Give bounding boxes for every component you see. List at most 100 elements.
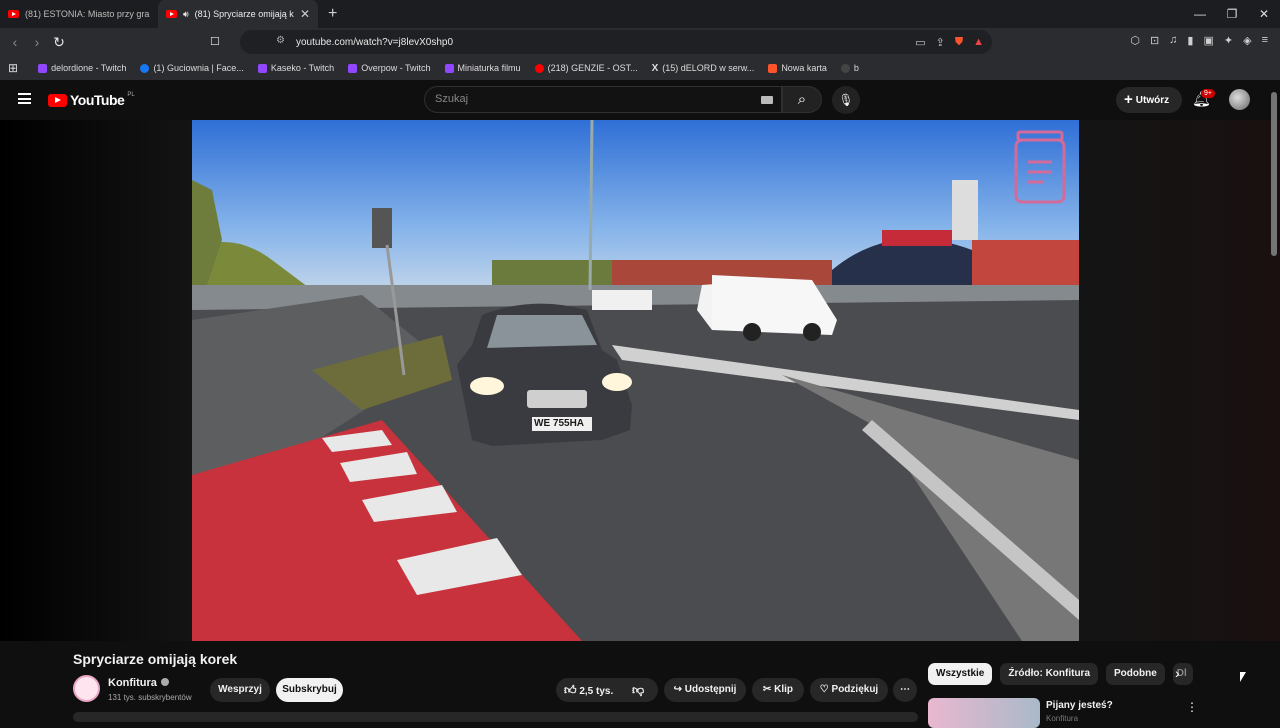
search-placeholder: Szukaj — [435, 93, 469, 105]
sidebar-icon[interactable]: ▮ — [1187, 34, 1193, 47]
x-icon: X — [651, 62, 659, 74]
bookmark-item[interactable]: Miniaturka filmu — [444, 63, 521, 73]
screenshot-icon[interactable]: ⊡ — [1150, 34, 1159, 47]
thanks-button[interactable]: ♡ Podziękuj — [810, 678, 888, 702]
chevron-right-icon[interactable]: › — [1175, 665, 1180, 681]
circle-icon — [840, 63, 850, 73]
wallet-icon[interactable]: ▣ — [1203, 34, 1213, 47]
browser-tab-spryciarze[interactable]: 🔊︎ (81) Spryciarze omijają korek ✕ — [158, 0, 318, 28]
country-code: PL — [127, 92, 135, 98]
youtube-header: YouTube PL Szukaj ⌕ 🎙︎ + Utwórz 🔔︎ 9+ — [0, 80, 1280, 120]
search-button[interactable]: ⌕ — [782, 86, 822, 113]
brave-rewards-icon[interactable]: ▲ — [973, 36, 984, 49]
bookmark-label: (218) GENZIE - OST... — [547, 63, 638, 73]
close-tab-icon[interactable]: ✕ — [300, 7, 310, 21]
bookmark-icon[interactable]: ☐ — [210, 35, 220, 48]
recommendation-title[interactable]: Pijany jesteś? — [1046, 700, 1113, 711]
voice-search-button[interactable]: 🎙︎ — [832, 86, 860, 114]
video-title: Spryciarze omijają korek — [73, 651, 238, 667]
page-scrollbar[interactable] — [1271, 92, 1277, 256]
channel-name[interactable]: Konfitura — [108, 677, 157, 689]
join-label: Wesprzyj — [218, 684, 262, 695]
plus-icon: + — [1124, 91, 1133, 108]
brave-shield-icon[interactable]: ⛊ — [955, 36, 963, 49]
bookmark-item[interactable]: X (15) dELORD w serw... — [652, 63, 755, 74]
search-icon: ⌕ — [797, 91, 807, 108]
bookmark-label: Miniaturka filmu — [457, 63, 521, 73]
youtube-favicon-icon — [8, 10, 19, 18]
bookmark-item[interactable]: delordione - Twitch — [38, 63, 126, 73]
keyboard-icon[interactable] — [761, 96, 773, 104]
dislike-button[interactable]: 👎︎ — [632, 678, 644, 704]
vpn-icon[interactable]: ◈ — [1243, 34, 1251, 47]
like-dislike-group: 👍︎ 2,5 tys. 👎︎ — [556, 678, 658, 702]
bookmark-label: (1) Guciownia | Face... — [153, 63, 244, 73]
bookmark-item[interactable]: (1) Guciownia | Face... — [140, 63, 244, 73]
browser-tab-estonia[interactable]: (81) ESTONIA: Miasto przy granicy z — [0, 0, 158, 28]
leo-ai-icon[interactable]: ✦ — [1224, 34, 1233, 47]
menu-icon[interactable]: ≡ — [1262, 34, 1268, 47]
channel-name-row[interactable]: Konfitura — [108, 677, 169, 689]
recommendation-thumbnail[interactable] — [928, 698, 1040, 728]
chip-all[interactable]: Wszystkie — [928, 663, 993, 685]
mic-icon: 🎙︎ — [838, 93, 854, 107]
bookmark-item[interactable]: Nowa karta — [768, 63, 827, 73]
bookmark-label: b — [853, 63, 859, 73]
twitch-icon — [38, 63, 48, 73]
share-button[interactable]: ↪ Udostępnij — [664, 678, 746, 702]
youtube-favicon-icon — [166, 10, 177, 18]
bookmark-item[interactable]: (218) GENZIE - OST... — [534, 63, 638, 73]
recommendation-menu-icon[interactable]: ⋮ — [1186, 700, 1198, 714]
speaker-icon[interactable]: 🔊︎ — [183, 9, 189, 20]
twitch-icon — [348, 63, 358, 73]
bookmark-label: delordione - Twitch — [51, 63, 127, 73]
avatar[interactable] — [1229, 89, 1250, 110]
license-plate: WE 755HA — [534, 418, 585, 429]
bookmark-label: Kaseko - Twitch — [270, 63, 335, 73]
brave-icon — [768, 63, 778, 73]
recommendation-channel: Konfitura — [1046, 714, 1079, 723]
share-icon[interactable]: ⇪ — [936, 36, 945, 49]
bookmark-item[interactable]: b — [840, 63, 859, 73]
forward-icon[interactable]: › — [26, 34, 48, 50]
back-icon[interactable]: ‹ — [4, 34, 26, 50]
bookmark-label: Overpow - Twitch — [361, 63, 431, 73]
join-button[interactable]: Wesprzyj — [210, 678, 270, 702]
bookmark-item[interactable]: Kaseko - Twitch — [257, 63, 335, 73]
chip-source[interactable]: Źródło: Konfitura — [1000, 663, 1099, 685]
clip-button[interactable]: ✂ Klip — [752, 678, 804, 702]
site-info-icon[interactable]: ⚙︎ — [276, 35, 285, 46]
video-player[interactable]: WE 755HA — [192, 120, 1079, 641]
bookmark-item[interactable]: Overpow - Twitch — [348, 63, 431, 73]
youtube-logo[interactable]: YouTube PL — [48, 92, 135, 108]
channel-avatar[interactable] — [73, 675, 100, 702]
notification-badge: 9+ — [1201, 89, 1215, 98]
more-horiz-icon: ⋯ — [900, 684, 910, 695]
like-button[interactable]: 👍︎ 2,5 tys. — [564, 683, 613, 697]
twitch-icon — [257, 63, 267, 73]
scissors-icon: ✂ — [762, 684, 775, 695]
hamburger-menu-icon[interactable] — [18, 93, 31, 104]
minimize-icon[interactable]: — — [1184, 0, 1216, 28]
cast-icon[interactable]: ▭ — [915, 36, 925, 49]
verified-icon — [160, 678, 169, 686]
restore-icon[interactable]: ❐ — [1216, 0, 1248, 28]
thanks-label: Podziękuj — [831, 684, 879, 695]
chip-related[interactable]: Podobne — [1106, 663, 1165, 685]
search-input[interactable]: Szukaj — [424, 86, 782, 113]
media-icon[interactable]: ♫ — [1169, 34, 1177, 47]
extensions-icon[interactable]: ⬡ — [1130, 34, 1140, 47]
bookmark-label: Nowa karta — [781, 63, 827, 73]
more-actions-button[interactable]: ⋯ — [893, 678, 917, 702]
facebook-icon — [140, 63, 150, 73]
description-box[interactable] — [73, 712, 918, 722]
address-bar[interactable]: ☐ ⚙︎ youtube.com/watch?v=j8levX0shp0 ▭ ⇪… — [210, 30, 992, 54]
new-tab-button[interactable]: + — [328, 5, 337, 23]
twitch-icon — [444, 63, 454, 73]
subscribe-button[interactable]: Subskrybuj — [276, 678, 343, 702]
recommendation-chips: Wszystkie Źródło: Konfitura Podobne Dl — [928, 663, 1193, 685]
reload-icon[interactable]: ↻ — [48, 34, 70, 51]
close-window-icon[interactable]: ✕ — [1248, 0, 1280, 28]
create-button[interactable]: + Utwórz — [1116, 87, 1182, 113]
apps-grid-icon[interactable]: ⊞ — [8, 61, 18, 75]
